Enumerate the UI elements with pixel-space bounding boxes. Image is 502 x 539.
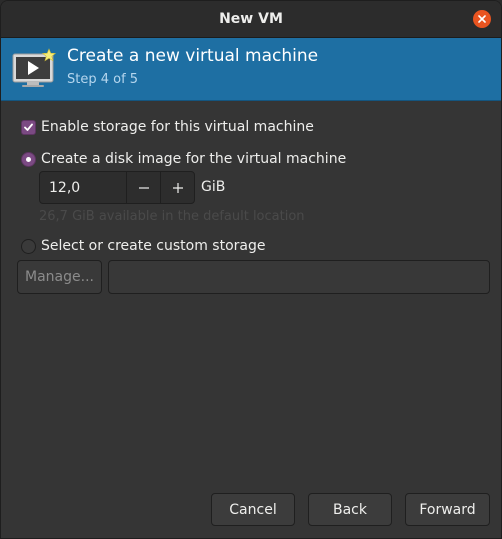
enable-storage-checkbox-row[interactable]: Enable storage for this virtual machine: [21, 119, 314, 135]
window-title: New VM: [219, 11, 283, 27]
decrement-button[interactable]: [126, 172, 160, 203]
new-vm-dialog: New VM Create a new virtual machine Step…: [0, 0, 502, 539]
manage-button[interactable]: Manage...: [17, 260, 102, 294]
disk-size-input[interactable]: [40, 172, 126, 203]
disk-size-unit: GiB: [201, 179, 226, 195]
cancel-button[interactable]: Cancel: [211, 493, 295, 526]
custom-storage-radio[interactable]: [21, 238, 36, 254]
radio-dot: [26, 156, 31, 162]
custom-storage-label[interactable]: Select or create custom storage: [41, 238, 266, 254]
close-button[interactable]: [473, 10, 491, 28]
forward-button[interactable]: Forward: [405, 493, 490, 526]
titlebar: New VM: [1, 1, 501, 38]
wizard-header: Create a new virtual machine Step 4 of 5: [1, 38, 501, 101]
custom-storage-path-field[interactable]: [108, 260, 490, 294]
back-button[interactable]: Back: [308, 493, 392, 526]
disk-size-spinner[interactable]: [39, 171, 195, 204]
minus-icon: [138, 186, 149, 189]
available-space-text: 26,7 GiB available in the default locati…: [39, 209, 305, 224]
vm-monitor-icon: [12, 48, 57, 87]
enable-storage-label[interactable]: Enable storage for this virtual machine: [41, 119, 314, 135]
plus-icon: [172, 182, 183, 193]
create-disk-radio[interactable]: [21, 151, 36, 167]
increment-button[interactable]: [160, 172, 194, 203]
checkmark-icon: [24, 123, 33, 131]
enable-storage-checkbox[interactable]: [21, 119, 36, 135]
wizard-title: Create a new virtual machine: [67, 46, 319, 66]
close-icon: [478, 15, 486, 23]
create-disk-radio-row[interactable]: Create a disk image for the virtual mach…: [21, 151, 346, 167]
create-disk-label[interactable]: Create a disk image for the virtual mach…: [41, 151, 346, 167]
wizard-step: Step 4 of 5: [67, 72, 139, 87]
custom-storage-radio-row[interactable]: Select or create custom storage: [21, 238, 266, 254]
